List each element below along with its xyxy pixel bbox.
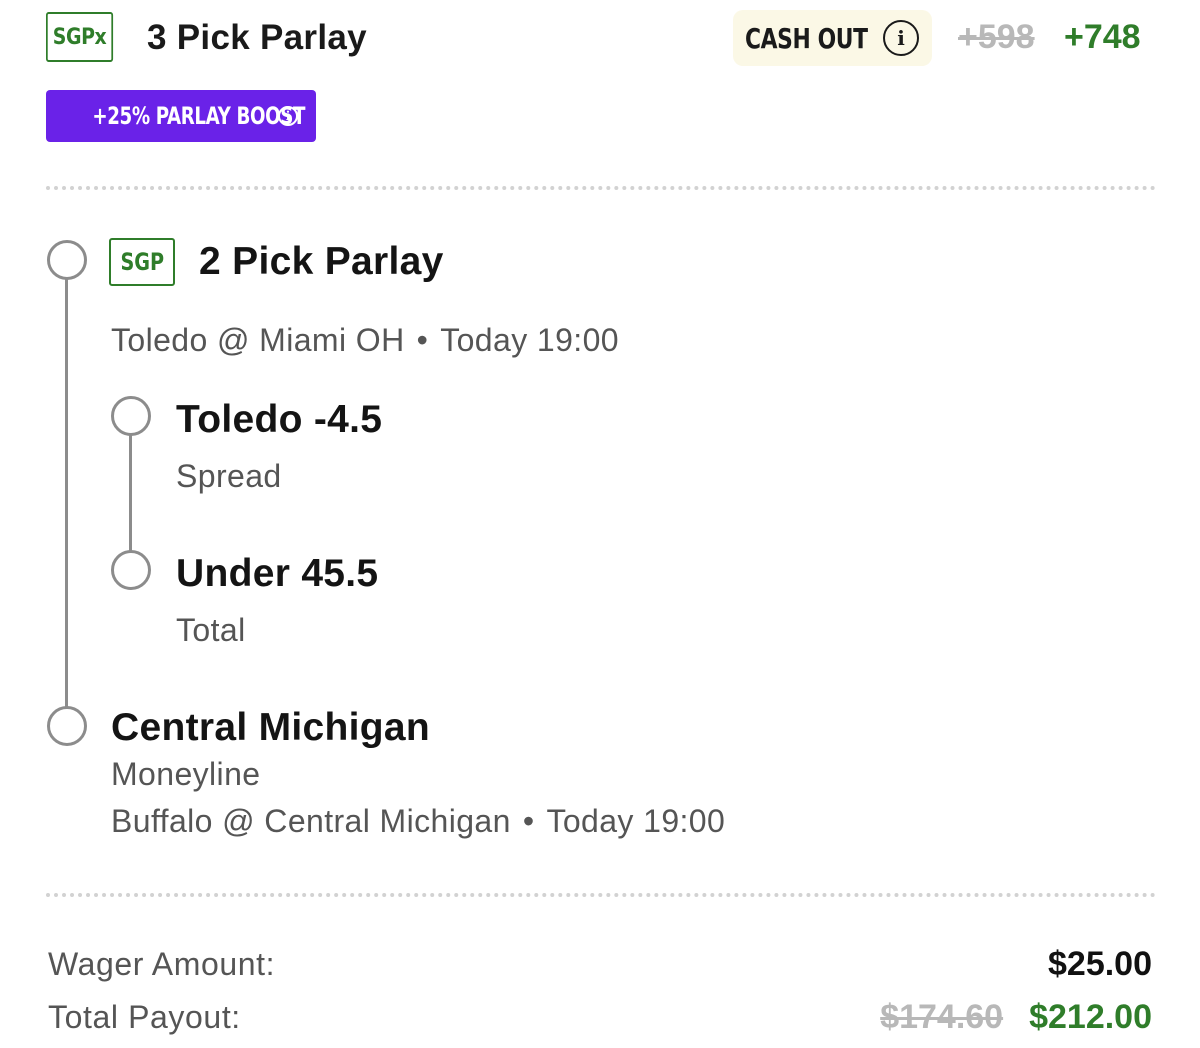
- boosted-odds: +748: [1064, 18, 1141, 56]
- parlay-title: 3 Pick Parlay: [147, 18, 367, 57]
- wager-label: Wager Amount:: [48, 946, 276, 982]
- leg-market: Moneyline: [111, 756, 261, 792]
- parlay-boost-badge[interactable]: +25% PARLAY BOOST i: [46, 90, 316, 142]
- info-icon[interactable]: i: [883, 20, 919, 56]
- cash-out-button[interactable]: CASH OUT i: [733, 10, 932, 66]
- divider: [46, 186, 1156, 190]
- wager-value: $25.00: [1048, 945, 1152, 983]
- leg-market: Total: [176, 612, 246, 648]
- parlay-boost-label: +25% PARLAY BOOST: [92, 102, 306, 130]
- sgp-timeline-line: [129, 418, 132, 572]
- separator-dot: •: [416, 322, 429, 358]
- leg-selection: Central Michigan: [111, 706, 431, 749]
- leg-status-node: [111, 396, 151, 436]
- leg-selection: Under 45.5: [176, 552, 379, 595]
- payout-values: $174.60 $212.00: [880, 998, 1152, 1037]
- leg-event-info: Buffalo @ Central Michigan • Today 19:00: [111, 803, 725, 840]
- original-odds: +598: [958, 18, 1035, 56]
- sgp-event-info: Toledo @ Miami OH • Today 19:00: [111, 322, 619, 359]
- leg-event-time: Today 19:00: [546, 803, 726, 839]
- leg-selection: Toledo -4.5: [176, 398, 383, 441]
- sgp-badge: SGP: [109, 238, 175, 286]
- original-payout: $174.60: [880, 998, 1004, 1036]
- sgp-title: 2 Pick Parlay: [199, 240, 444, 283]
- payout-label: Total Payout:: [48, 999, 241, 1035]
- leg-market: Spread: [176, 458, 282, 494]
- divider: [46, 893, 1156, 897]
- leg-status-node: [111, 550, 151, 590]
- separator-dot: •: [522, 803, 535, 839]
- boosted-payout: $212.00: [1029, 998, 1152, 1036]
- leg-status-node: [47, 706, 87, 746]
- cash-out-label: CASH OUT: [745, 21, 868, 55]
- leg-status-node: [47, 240, 87, 280]
- timeline-line: [65, 262, 68, 726]
- leg-matchup: Buffalo @ Central Michigan: [111, 803, 511, 839]
- sgp-matchup: Toledo @ Miami OH: [111, 322, 405, 358]
- sgp-event-time: Today 19:00: [440, 322, 619, 358]
- sgpx-badge: SGPx: [46, 12, 114, 62]
